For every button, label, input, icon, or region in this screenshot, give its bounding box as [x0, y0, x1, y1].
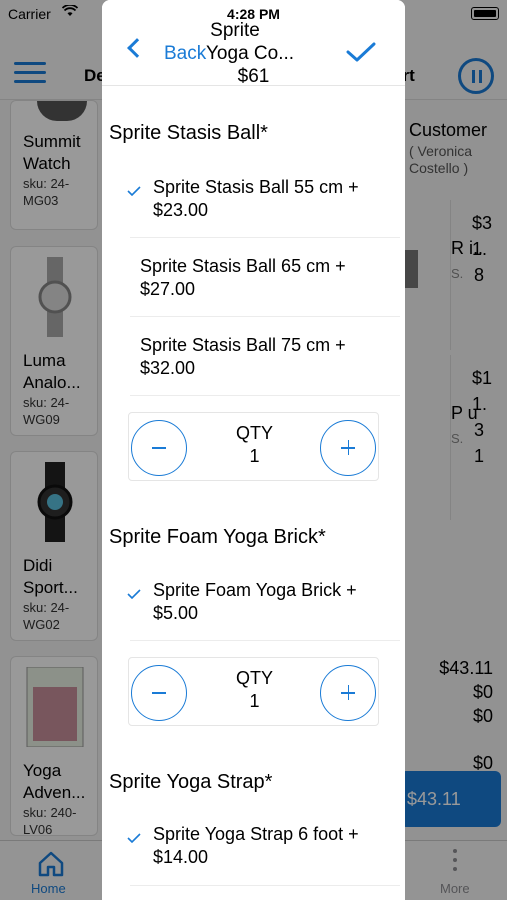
option-price: $14.00: [153, 847, 209, 867]
option-label: Sprite Foam Yoga Brick +: [153, 580, 357, 600]
option-group-title: Sprite Stasis Ball*: [109, 122, 268, 144]
option-row[interactable]: Sprite Stasis Ball 75 cm + $32.00: [140, 334, 400, 380]
option-label: Sprite Stasis Ball 75 cm +: [140, 335, 346, 355]
option-price: $32.00: [140, 358, 196, 378]
divider: [130, 395, 400, 396]
divider: [130, 237, 400, 238]
option-price: $27.00: [140, 279, 196, 299]
increase-qty-button[interactable]: [320, 665, 376, 721]
sheet-price: $61: [237, 66, 270, 87]
back-button[interactable]: Back: [164, 43, 206, 65]
increase-qty-button[interactable]: [320, 420, 376, 476]
bundle-options-sheet: 4:28 PM Back Sprite Yoga Co... $61 Sprit…: [102, 0, 405, 900]
option-price: $5.00: [153, 603, 199, 623]
divider: [130, 885, 400, 886]
quantity-stepper: QTY 1: [128, 412, 379, 481]
checkmark-icon: [127, 589, 141, 599]
sheet-title: Sprite: [210, 20, 260, 41]
option-row[interactable]: Sprite Foam Yoga Brick + $5.00: [153, 579, 405, 625]
sheet-title-line: Yoga Co...: [206, 43, 295, 64]
back-chevron-icon[interactable]: [127, 38, 147, 58]
option-label: Sprite Yoga Strap 6 foot +: [153, 824, 359, 844]
checkmark-icon: [127, 186, 141, 196]
option-row[interactable]: Sprite Stasis Ball 55 cm + $23.00: [153, 176, 405, 222]
quantity-stepper: QTY 1: [128, 657, 379, 726]
option-group-title: Sprite Foam Yoga Brick*: [109, 526, 326, 548]
divider: [130, 640, 400, 641]
option-row[interactable]: Sprite Stasis Ball 65 cm + $27.00: [140, 255, 400, 301]
option-row[interactable]: Sprite Yoga Strap 6 foot + $14.00: [153, 823, 405, 869]
option-label: Sprite Stasis Ball 55 cm +: [153, 177, 359, 197]
option-label: Sprite Stasis Ball 65 cm +: [140, 256, 346, 276]
done-check-icon[interactable]: [346, 42, 376, 62]
sheet-nav-bar: 4:28 PM Back Sprite Yoga Co... $61: [102, 0, 405, 87]
checkmark-icon: [127, 833, 141, 843]
divider: [130, 316, 400, 317]
option-price: $23.00: [153, 200, 209, 220]
option-group-title: Sprite Yoga Strap*: [109, 771, 273, 793]
